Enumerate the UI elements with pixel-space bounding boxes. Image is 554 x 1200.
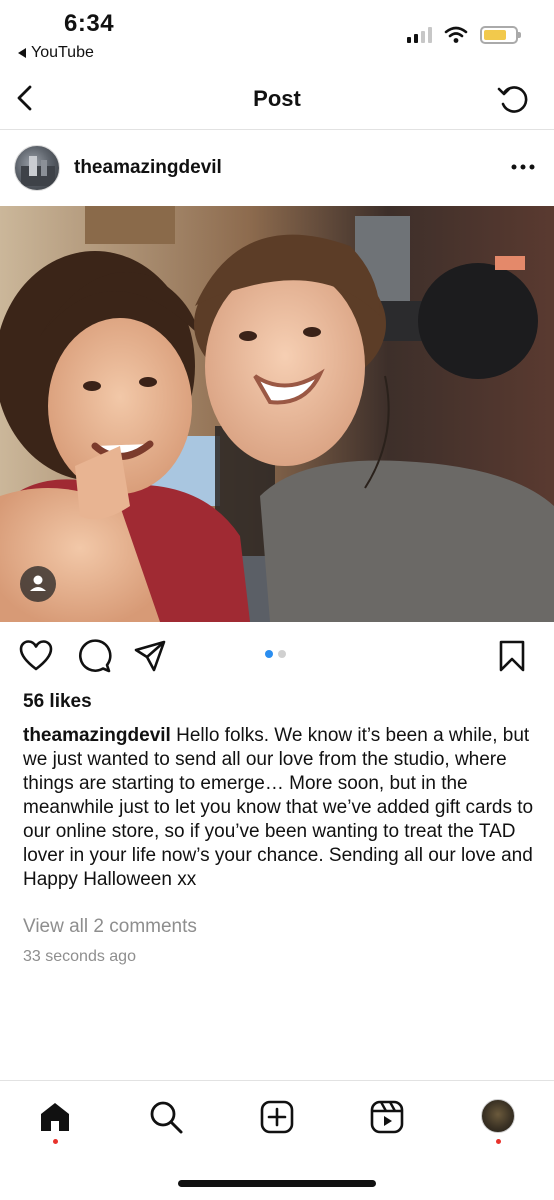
search-icon[interactable] xyxy=(148,1099,184,1135)
back-to-app-link[interactable]: YouTube xyxy=(18,44,94,62)
reels-icon[interactable] xyxy=(369,1099,405,1135)
page-title: Post xyxy=(253,86,301,111)
back-triangle-icon xyxy=(18,48,26,58)
home-indicator[interactable] xyxy=(178,1180,376,1187)
view-comments-link[interactable]: View all 2 comments xyxy=(23,916,197,938)
nav-bar: Post xyxy=(0,70,554,130)
tagged-user-icon[interactable] xyxy=(20,566,56,602)
post-caption: theamazingdevil Hello folks. We know it’… xyxy=(23,724,538,892)
post-photo[interactable] xyxy=(0,206,554,622)
avatar[interactable] xyxy=(14,145,60,191)
caption-username[interactable]: theamazingdevil xyxy=(23,725,171,746)
post-header: theamazingdevil xyxy=(0,131,554,206)
more-horizontal-icon[interactable] xyxy=(510,157,536,177)
carousel-dot xyxy=(278,650,286,658)
carousel-dot-active xyxy=(265,650,273,658)
back-app-label: YouTube xyxy=(31,44,94,61)
post-actions xyxy=(0,630,554,680)
share-icon[interactable] xyxy=(132,638,168,674)
home-icon[interactable] xyxy=(37,1099,73,1135)
post-timestamp: 33 seconds ago xyxy=(23,948,136,965)
refresh-icon[interactable] xyxy=(496,82,532,118)
profile-notification-dot xyxy=(496,1139,501,1144)
bookmark-icon[interactable] xyxy=(494,638,530,674)
status-icons xyxy=(407,26,521,44)
heart-icon[interactable] xyxy=(18,638,54,674)
likes-count[interactable]: 56 likes xyxy=(23,691,92,713)
caption-text: Hello folks. We know it’s been a while, … xyxy=(23,725,534,890)
post-username[interactable]: theamazingdevil xyxy=(74,157,222,179)
home-notification-dot xyxy=(53,1139,58,1144)
profile-avatar[interactable] xyxy=(481,1099,515,1133)
comment-icon[interactable] xyxy=(76,638,112,674)
cellular-signal-icon xyxy=(407,27,432,43)
status-time: 6:34 xyxy=(64,10,115,37)
battery-icon xyxy=(480,26,521,44)
wifi-icon xyxy=(444,26,468,43)
create-icon[interactable] xyxy=(259,1099,295,1135)
carousel-indicator xyxy=(265,650,286,658)
status-bar: 6:34 YouTube xyxy=(0,0,554,70)
